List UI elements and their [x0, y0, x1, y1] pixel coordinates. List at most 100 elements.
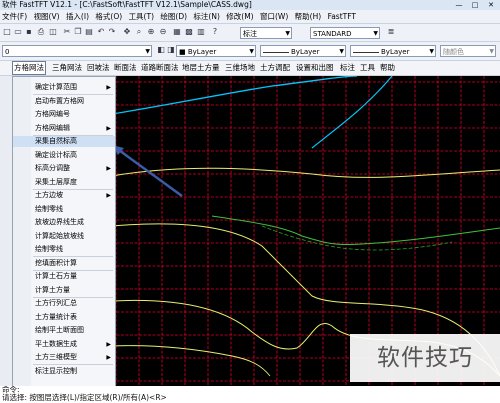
new-file-icon[interactable]: □ — [2, 26, 12, 37]
menu-modify[interactable]: 修改(M) — [224, 10, 255, 23]
dropdown-item[interactable]: 计算起始放坡线 — [13, 231, 115, 242]
zoom-realtime-icon[interactable]: ⌕ — [134, 26, 144, 37]
dropdown-item[interactable]: 土方量统计表 — [13, 312, 115, 323]
fastmenu-stratum-volume[interactable]: 地层土方量 — [182, 61, 220, 75]
design-center-icon[interactable]: ▩ — [184, 26, 194, 37]
dropdown-item[interactable]: 确定计算范围 ▶ — [13, 82, 115, 93]
layer-combo[interactable]: 0 ▼ — [2, 45, 152, 57]
submenu-arrow-icon: ▶ — [106, 84, 111, 91]
menu-tools[interactable]: 工具(T) — [127, 10, 156, 23]
undo-icon[interactable]: ↶ — [96, 26, 106, 37]
fastmenu-tools[interactable]: 工具 — [360, 61, 375, 75]
dropdown-item[interactable]: 计算土方量 — [13, 285, 115, 296]
cut-icon[interactable]: ✂ — [62, 26, 72, 37]
fastmenu-tin-method[interactable]: 三角网法 — [52, 61, 82, 75]
command-line[interactable]: 命令: 请选择: 按图层选择(L)/指定区域(R)/所有(A)<R> — [0, 386, 500, 403]
dropdown-item-label: 挖填面积计算 — [35, 258, 77, 267]
fastmenu-slope-method[interactable]: 回坡法 — [87, 61, 110, 75]
fastmenu-earth-allocation[interactable]: 土方调配 — [260, 61, 290, 75]
open-folder-icon[interactable]: ▭ — [13, 26, 23, 37]
watermark: 软件技巧 — [350, 334, 500, 382]
chevron-down-icon: ▼ — [249, 48, 254, 55]
plot-style-combo[interactable]: 随颜色 ▼ — [440, 45, 496, 57]
text-style-combo[interactable]: STANDARD ▼ — [310, 27, 380, 39]
dropdown-item[interactable]: 计算土石方量 — [13, 271, 115, 282]
submenu-arrow-icon: ▶ — [106, 192, 111, 199]
dropdown-item[interactable]: 采集自然标高 — [13, 136, 115, 147]
fastmenu-annotation[interactable]: 标注 — [340, 61, 355, 75]
menu-fasttft[interactable]: FastTFT — [326, 10, 358, 23]
dropdown-item-label: 绘制平土断面图 — [35, 326, 84, 334]
copy-icon[interactable]: ❐ — [73, 26, 83, 37]
chevron-down-icon: ▼ — [145, 48, 150, 55]
dropdown-item-label: 计算土石方量 — [35, 272, 77, 280]
layer-manager-icon[interactable]: ≣ — [386, 26, 396, 37]
dropdown-item[interactable]: 绘制平土断面图 — [13, 325, 115, 336]
layer-previous-icon[interactable]: ◨ — [166, 44, 176, 55]
menu-insert[interactable]: 插入(I) — [64, 10, 91, 23]
dropdown-item[interactable]: 确定设计标高 — [13, 150, 115, 161]
menu-draw[interactable]: 绘图(D) — [158, 10, 189, 23]
fastmenu-grid-method[interactable]: 方格网法 — [12, 61, 46, 75]
fastmenu-3d-site[interactable]: 三维场地 — [225, 61, 255, 75]
dropdown-item[interactable]: 方格网编辑 ▶ — [13, 123, 115, 134]
tool-palette-icon[interactable]: ▥ — [196, 26, 206, 37]
make-current-layer-icon[interactable]: ◧ — [156, 44, 166, 55]
chevron-down-icon: ▼ — [373, 30, 378, 37]
menu-format[interactable]: 格式(O) — [93, 10, 124, 23]
menu-view[interactable]: 视图(V) — [32, 10, 62, 23]
close-button[interactable]: ✕ — [484, 1, 498, 9]
dropdown-item-label: 绘制零线 — [35, 204, 63, 213]
dropdown-item-label: 方格网编辑 — [35, 123, 70, 132]
fastmenu-help[interactable]: 帮助 — [380, 61, 395, 75]
menu-window[interactable]: 窗口(W) — [258, 10, 290, 23]
dropdown-item[interactable]: 放坡边界线生成 — [13, 217, 115, 228]
fastmenu-section-method[interactable]: 断面法 — [114, 61, 137, 75]
title-bar: 软件 FastTFT V12.1 - [C:\FastSoft\FastTFT … — [0, 0, 500, 10]
help-icon[interactable]: ? — [210, 26, 220, 37]
linetype-combo[interactable]: ByLayer ▼ — [260, 45, 346, 57]
dropdown-item[interactable]: 平土数据生成 ▶ — [13, 339, 115, 350]
maximize-button[interactable]: □ — [468, 1, 482, 9]
dropdown-item[interactable]: 挖填面积计算 — [13, 258, 115, 269]
properties-icon[interactable]: ▦ — [172, 26, 182, 37]
dropdown-item-label: 土方量统计表 — [35, 312, 77, 321]
pan-icon[interactable]: ✥ — [122, 26, 132, 37]
dropdown-item-label: 标高分调整 — [35, 164, 70, 172]
paste-icon[interactable]: ▤ — [84, 26, 94, 37]
minimize-button[interactable]: — — [452, 1, 466, 9]
dropdown-item[interactable]: 启动布置方格网 — [13, 96, 115, 107]
layers-toolbar: 0 ▼ ◧ ◨ ■ ByLayer ▼ ByLayer ▼ ByLayer ▼ 随颜色 ▼ — [0, 42, 500, 61]
menu-file[interactable]: 文件(F) — [0, 10, 29, 23]
lineweight-preview — [353, 51, 379, 53]
save-icon[interactable]: ▪ — [24, 26, 34, 37]
preview-icon[interactable]: ◫ — [48, 26, 58, 37]
print-icon[interactable]: ⎙ — [36, 26, 46, 37]
dropdown-item[interactable]: 方格网编号 — [13, 109, 115, 120]
color-combo[interactable]: ■ ByLayer ▼ — [176, 45, 256, 57]
zoom-window-icon[interactable]: ⊕ — [146, 26, 156, 37]
fastmenu-road-section[interactable]: 道路断面法 — [141, 61, 179, 75]
dropdown-item[interactable]: 标注显示控制 — [13, 366, 115, 377]
dropdown-item-label: 方格网编号 — [35, 110, 70, 118]
lineweight-combo[interactable]: ByLayer ▼ — [350, 45, 436, 57]
command-options: 请选择: 按图层选择(L)/指定区域(R)/所有(A)<R> — [2, 393, 167, 402]
dropdown-item[interactable]: 土方三维模型 ▶ — [13, 352, 115, 363]
dropdown-item[interactable]: 绘制零线 — [13, 204, 115, 215]
redo-icon[interactable]: ↷ — [107, 26, 117, 37]
submenu-arrow-icon: ▶ — [106, 354, 111, 361]
dropdown-item[interactable]: 标高分调整 ▶ — [13, 163, 115, 174]
dropdown-item[interactable]: 土方边坡 ▶ — [13, 190, 115, 201]
chevron-down-icon: ▼ — [429, 48, 434, 55]
standard-toolbar: □ ▭ ▪ ⎙ ◫ ✂ ❐ ▤ ↶ ↷ ✥ ⌕ ⊕ ⊖ ▦ ▩ ▥ ? 标注 ▼ … — [0, 24, 500, 42]
menu-help[interactable]: 帮助(H) — [293, 10, 324, 23]
submenu-arrow-icon: ▶ — [106, 165, 111, 172]
dropdown-item[interactable]: 土方行列汇总 — [13, 298, 115, 309]
dropdown-item[interactable]: 绘制零线 — [13, 244, 115, 255]
dropdown-item[interactable]: 采集土层厚度 — [13, 177, 115, 188]
dropdown-item-label: 绘制零线 — [35, 245, 63, 253]
dim-style-combo[interactable]: 标注 ▼ — [240, 27, 292, 39]
menu-dimension[interactable]: 标注(N) — [191, 10, 221, 23]
fastmenu-settings-output[interactable]: 设置和出图 — [296, 61, 334, 75]
zoom-previous-icon[interactable]: ⊖ — [158, 26, 168, 37]
